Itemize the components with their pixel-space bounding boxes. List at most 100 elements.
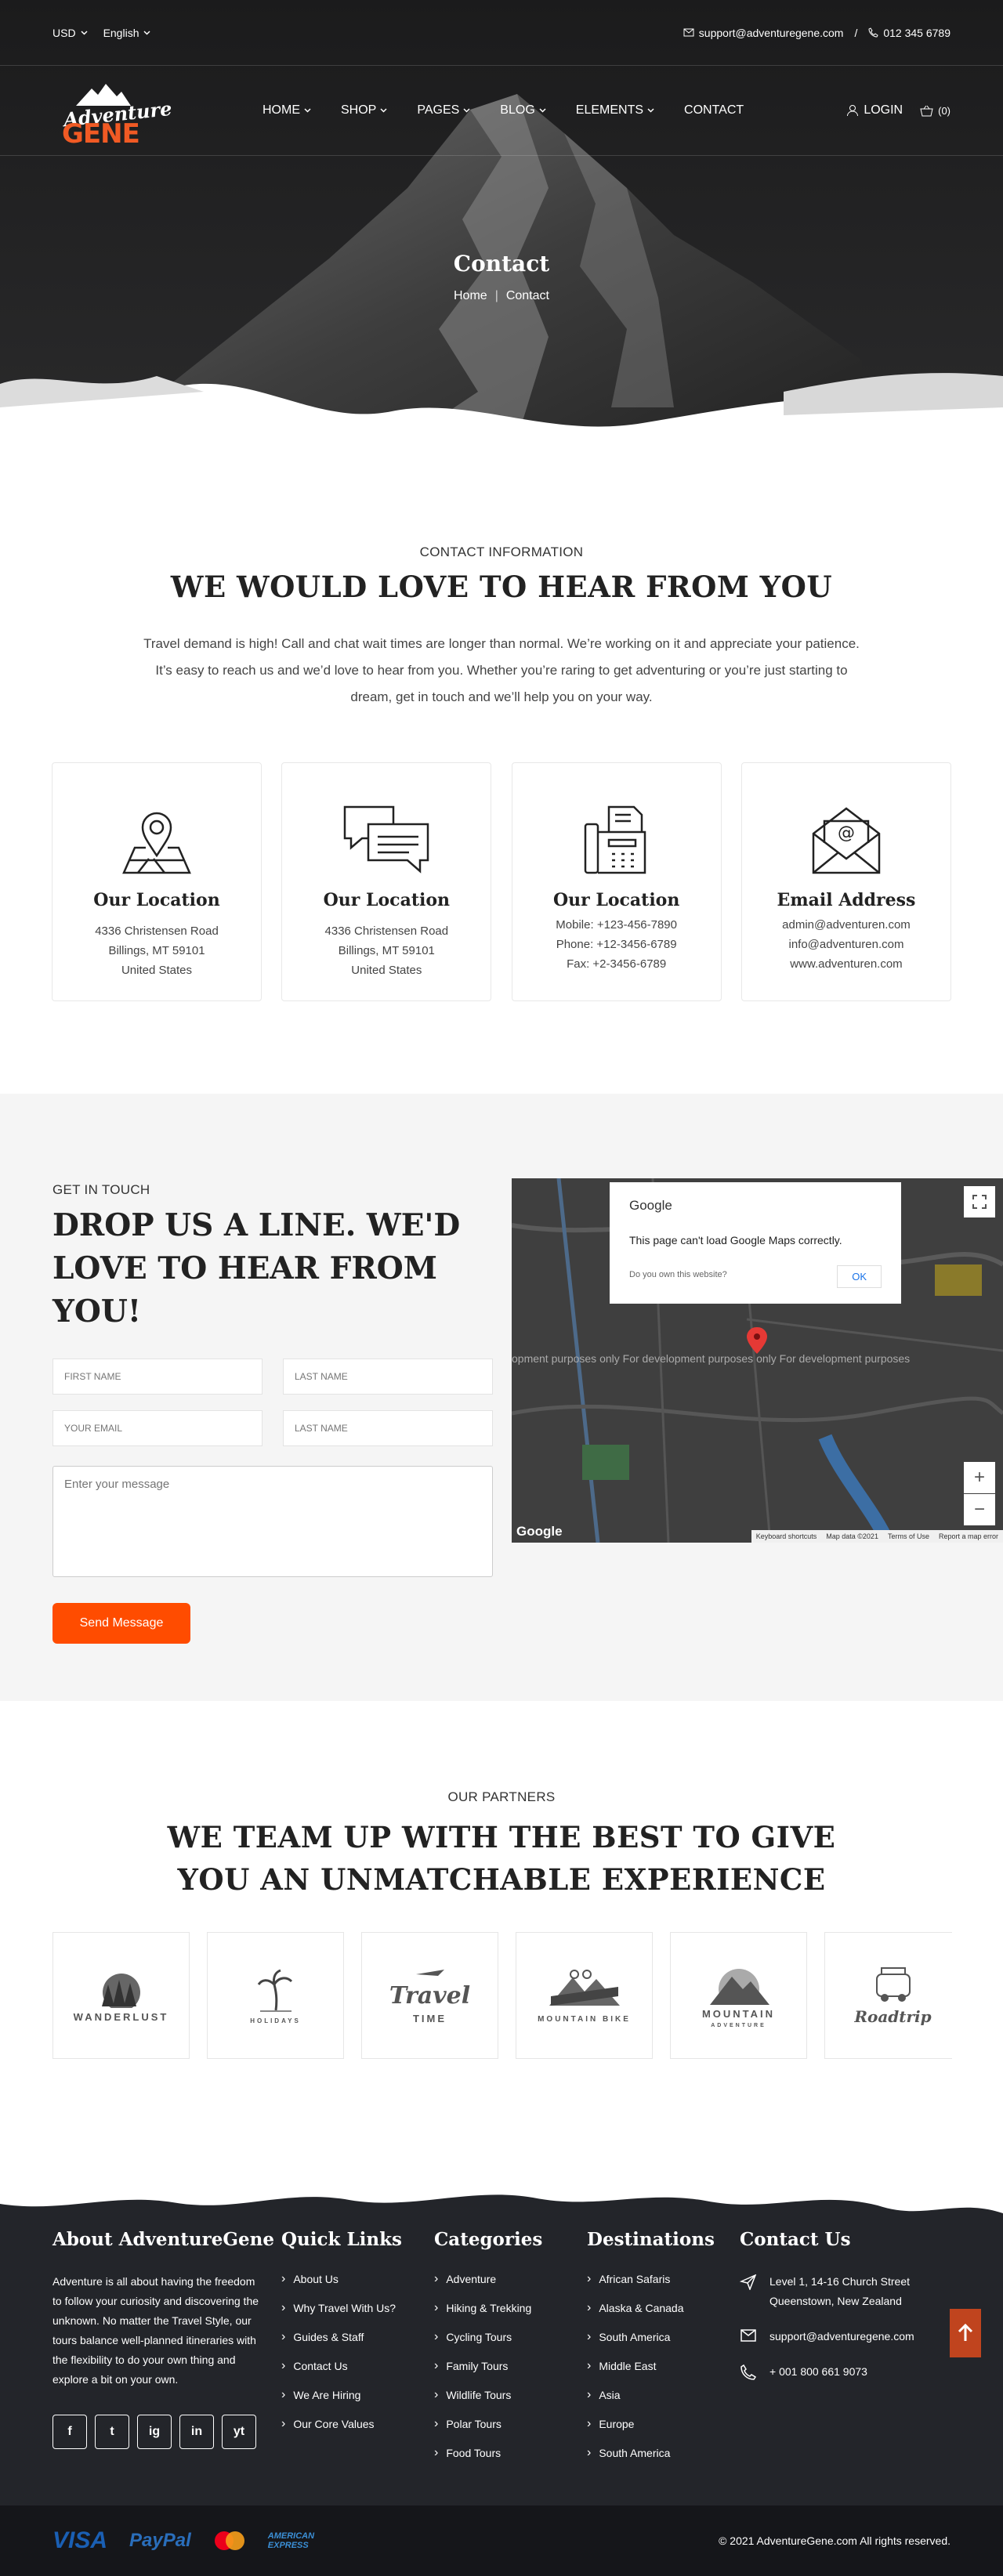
zoom-out-button[interactable]: − <box>964 1494 995 1526</box>
paypal-logo: PayPal <box>129 2530 191 2551</box>
partner-logo-mountain-bike[interactable]: MOUNTAIN BIKE <box>516 1932 653 2060</box>
footer-email[interactable]: support@adventuregene.com <box>740 2327 928 2346</box>
footer-link[interactable]: Europe <box>587 2417 740 2431</box>
login-link[interactable]: LOGIN <box>846 103 903 118</box>
card-line[interactable]: www.adventuren.com <box>750 954 943 974</box>
chevron-down-icon <box>143 30 151 35</box>
instagram-icon[interactable]: ig <box>137 2415 172 2449</box>
partner-name: WANDERLUST <box>73 2010 169 2023</box>
footer-link[interactable]: Our Core Values <box>281 2417 434 2431</box>
first-name-field[interactable] <box>53 1359 263 1395</box>
map-dialog-brand: Google <box>629 1198 672 1214</box>
envelope-icon <box>740 2329 756 2342</box>
footer-link[interactable]: We Are Hiring <box>281 2388 434 2402</box>
footer-link[interactable]: South America <box>587 2446 740 2460</box>
map-marker-icon[interactable] <box>747 1327 767 1355</box>
card-line: United States <box>121 964 193 978</box>
card-line: 4336 Christensen Road <box>95 924 219 939</box>
footer-link[interactable]: Cycling Tours <box>434 2330 587 2344</box>
footer-link[interactable]: South America <box>587 2330 740 2344</box>
chevron-down-icon <box>463 108 470 113</box>
amex-line: EXPRESS <box>267 2541 309 2550</box>
nav-item-pages[interactable]: PAGES <box>417 103 470 118</box>
section-title: DROP US A LINE. WE'D LOVE TO HEAR FROM Y… <box>53 1207 461 1330</box>
linkedin-icon[interactable]: in <box>179 2415 214 2449</box>
info-card-phone: Our Location Mobile: +123-456-7890 Phone… <box>511 762 722 1002</box>
footer-link[interactable]: Food Tours <box>434 2446 587 2460</box>
site-footer: About AdventureGene Adventure is all abo… <box>0 2190 1003 2576</box>
zoom-in-button[interactable]: + <box>964 1462 995 1494</box>
partner-name: MOUNTAIN BIKE <box>538 2014 631 2024</box>
footer-email-text: support@adventuregene.com <box>769 2330 914 2343</box>
partner-logos: WANDERLUST HOLIDAYS Travel TIME MOUNTAIN… <box>53 1932 952 2060</box>
footer-link[interactable]: Family Tours <box>434 2359 587 2373</box>
footer-link[interactable]: Hiking & Trekking <box>434 2301 587 2315</box>
card-line[interactable]: info@adventuren.com <box>750 935 943 954</box>
breadcrumb: Home | Contact <box>0 289 1003 303</box>
map-footer-text: Map data ©2021 <box>826 1532 878 1541</box>
map-footer-link[interactable]: Report a map error <box>939 1532 998 1540</box>
language-selector[interactable]: English <box>103 27 151 39</box>
partner-name: MOUNTAIN <box>701 2008 776 2021</box>
google-map[interactable]: opment purposes only For development pur… <box>512 1178 1003 1543</box>
cart-link[interactable]: (0) <box>920 105 950 117</box>
footer-link[interactable]: Middle East <box>587 2359 740 2373</box>
footer-link[interactable]: Contact Us <box>281 2359 434 2373</box>
partner-logo-wanderlust[interactable]: WANDERLUST <box>53 1932 190 2060</box>
twitter-icon[interactable]: t <box>95 2415 129 2449</box>
map-dialog-ok-button[interactable]: OK <box>837 1265 882 1289</box>
footer-link[interactable]: African Safaris <box>587 2272 740 2286</box>
topbar-phone-link[interactable]: 012 345 6789 <box>868 27 950 39</box>
nav-item-blog[interactable]: BLOG <box>500 103 546 118</box>
footer-address: Level 1, 14-16 Church Street Queenstown,… <box>740 2272 928 2311</box>
scroll-to-top-button[interactable] <box>950 2309 981 2357</box>
last-name-field-2[interactable] <box>283 1410 493 1447</box>
map-footer-link[interactable]: Keyboard shortcuts <box>756 1532 817 1540</box>
nav-menu: HOME SHOP PAGES BLOG ELEMENTS CONTACT <box>263 103 744 118</box>
footer-link[interactable]: Alaska & Canada <box>587 2301 740 2315</box>
send-message-button[interactable]: Send Message <box>53 1603 190 1644</box>
partner-logo-mountain-adventure[interactable]: MOUNTAIN ADVENTURE <box>670 1932 807 2060</box>
nav-label: CONTACT <box>684 103 744 117</box>
nav-item-contact[interactable]: CONTACT <box>684 103 744 118</box>
trees-icon <box>101 1973 140 2008</box>
facebook-icon[interactable]: f <box>53 2415 87 2449</box>
nav-item-shop[interactable]: SHOP <box>341 103 387 118</box>
fullscreen-button[interactable] <box>964 1186 995 1218</box>
footer-link[interactable]: Polar Tours <box>434 2417 587 2431</box>
section-lead: Travel demand is high! Call and chat wai… <box>143 636 860 705</box>
phone-icon <box>868 27 879 38</box>
site-logo[interactable]: Adventure GENE <box>53 79 173 150</box>
email-field[interactable] <box>53 1410 263 1447</box>
card-line[interactable]: admin@adventuren.com <box>750 915 943 935</box>
footer-link[interactable]: Guides & Staff <box>281 2330 434 2344</box>
nav-item-elements[interactable]: ELEMENTS <box>576 103 654 118</box>
card-title: Our Location <box>552 890 680 911</box>
partner-logo-holidays[interactable]: HOLIDAYS <box>207 1932 344 2060</box>
map-footer-link[interactable]: Terms of Use <box>888 1532 929 1540</box>
copyright-text: © 2021 AdventureGene.com All rights rese… <box>719 2534 950 2547</box>
partner-logo-roadtrip[interactable]: Roadtrip <box>824 1932 952 2060</box>
nav-item-home[interactable]: HOME <box>263 103 311 118</box>
map-dev-watermark: opment purposes only For development pur… <box>512 1352 911 1366</box>
topbar-email-link[interactable]: support@adventuregene.com <box>683 27 843 39</box>
contact-form-section: GET IN TOUCH DROP US A LINE. WE'D LOVE T… <box>0 1094 1003 1702</box>
breadcrumb-home-link[interactable]: Home <box>454 289 487 303</box>
footer-link[interactable]: Asia <box>587 2388 740 2402</box>
message-field[interactable] <box>53 1466 493 1578</box>
footer-link[interactable]: About Us <box>281 2272 434 2286</box>
partner-logo-travel-time[interactable]: Travel TIME <box>361 1932 498 2060</box>
topbar-phone: 012 345 6789 <box>883 26 950 39</box>
footer-phone[interactable]: + 001 800 661 9073 <box>740 2362 928 2382</box>
footer-link[interactable]: Why Travel With Us? <box>281 2301 434 2315</box>
amex-line: AMERICAN <box>267 2531 315 2541</box>
contact-form: Send Message <box>53 1359 493 1644</box>
youtube-icon[interactable]: yt <box>222 2415 256 2449</box>
currency-selector[interactable]: USD <box>53 27 88 39</box>
footer-link[interactable]: Adventure <box>434 2272 587 2286</box>
last-name-field[interactable] <box>283 1359 493 1395</box>
top-bar: USD English support@adventuregene.com / … <box>0 0 1003 66</box>
section-title: WE WOULD LOVE TO HEAR FROM YOU <box>170 570 833 604</box>
footer-link[interactable]: Wildlife Tours <box>434 2388 587 2402</box>
card-title: Our Location <box>323 890 451 911</box>
